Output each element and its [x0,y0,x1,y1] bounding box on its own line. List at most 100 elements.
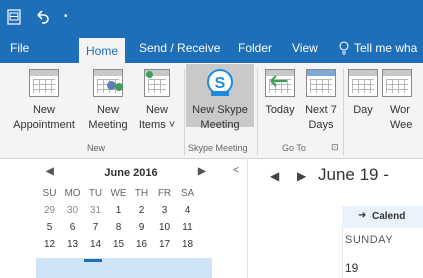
calendar-header: ➜ Calend [342,206,423,228]
forward-arrow-icon[interactable]: ▶ [297,169,306,183]
day-view-button[interactable]: Day [346,67,380,118]
date-cell[interactable]: 5 [38,222,61,233]
mini-calendar-title: June 2016 [104,167,158,179]
mini-calendar-header: ◀ June 2016 ▶ [38,163,224,185]
today-arrow-icon [263,67,297,99]
qat-customize-icon[interactable]: • [64,0,68,33]
tab-view[interactable]: View [292,33,318,63]
undo-icon[interactable] [34,0,50,33]
date-range-title: June 19 - [318,165,389,184]
dow-label: TU [88,188,103,199]
date-cell[interactable]: 31 [84,205,107,216]
group-separator [257,69,258,155]
tab-file[interactable]: File [10,33,29,63]
today-button[interactable]: Today [259,67,301,118]
date-cell[interactable]: 4 [176,205,199,216]
date-cell-today[interactable]: 15 [107,239,130,250]
calendar-area: ◀ June 2016 ▶ SU MO TU WE TH FR SA 29 30… [0,159,423,278]
date-cell[interactable]: 18 [176,239,199,250]
group-label-skype: Skype Meeting [188,143,248,153]
new-items-label-1: New [145,104,168,116]
date-cell[interactable]: 12 [38,239,61,250]
selected-week-highlight [36,258,212,278]
dow-label: SA [180,188,195,199]
dow-label: WE [110,188,127,199]
collapse-pane-icon[interactable]: < [233,165,239,176]
today-indicator [84,259,102,262]
calendar-header-label: Calend [372,211,406,222]
new-appointment-label-1: New [32,104,55,116]
new-meeting-label-2: Meeting [88,119,128,131]
tab-folder[interactable]: Folder [238,33,272,63]
next-7-days-label-2: Days [308,119,334,131]
date-cell[interactable]: 16 [130,239,153,250]
skype-icon: S [203,67,237,99]
new-items-button[interactable]: New Items ˅ [132,67,182,133]
tab-home[interactable]: Home [79,38,126,63]
dialog-launcher-icon[interactable]: ⊡ [331,142,339,153]
outlook-app-icon[interactable] [6,0,22,33]
new-skype-meeting-label-2: Meeting [200,119,240,131]
pane-divider [247,159,248,278]
new-skype-meeting-label-1: New Skype [192,104,248,116]
tell-me-label: Tell me wha [354,41,418,55]
mini-calendar: ◀ June 2016 ▶ SU MO TU WE TH FR SA 29 30… [38,163,224,253]
work-week-label-2: Wee [390,119,413,131]
calendar-icon [27,67,61,99]
tab-send-receive[interactable]: Send / Receive [139,33,220,63]
next-7-days-icon [304,67,338,99]
group-separator [343,69,344,155]
new-meeting-button[interactable]: New Meeting [88,67,128,133]
day-view-label: Day [353,104,373,116]
date-cell[interactable]: 8 [107,222,130,233]
calendar-arrow-icon: ➜ [358,210,367,221]
dow-label: TH [134,188,149,199]
day-name-label: SUNDAY [345,234,394,246]
new-items-label-2: Items ˅ [138,119,176,131]
day-of-week-row: SU MO TU WE TH FR SA [38,185,224,202]
day-number-label: 19 [345,261,359,275]
group-label-new: New [87,143,106,153]
date-cell[interactable]: 9 [130,222,153,233]
new-meeting-label-1: New [96,104,119,116]
dow-label: MO [64,188,81,199]
work-week-button[interactable]: Wor Wee [380,67,423,133]
week-row: 5 6 7 8 9 10 11 [38,219,224,236]
group-separator [184,69,185,155]
next-7-days-button[interactable]: Next 7 Days [301,67,341,133]
new-items-icon [140,67,174,99]
date-cell[interactable]: 7 [84,222,107,233]
date-cell[interactable]: 1 [107,205,130,216]
svg-text:S: S [215,75,226,92]
date-cell[interactable]: 3 [153,205,176,216]
new-appointment-label-2: Appointment [13,119,75,131]
date-cell[interactable]: 30 [61,205,84,216]
back-arrow-icon[interactable]: ◀ [270,169,279,183]
group-label-goto: Go To [282,143,306,153]
date-cell[interactable]: 6 [61,222,84,233]
date-cell[interactable]: 11 [176,222,199,233]
title-bar: • [0,0,423,33]
lightbulb-icon [339,41,349,55]
day-view-icon [346,67,380,99]
today-label: Today [265,104,295,116]
new-appointment-button[interactable]: New Appointment [0,67,88,133]
dow-label: FR [157,188,172,199]
week-row: 12 13 14 15 16 17 18 [38,236,224,253]
ribbon-tabs: File Home Send / Receive Folder View Tel… [0,33,423,63]
ribbon: New Appointment New Meeting New Items ˅ … [0,63,423,159]
date-cell[interactable]: 17 [153,239,176,250]
next-7-days-label-1: Next 7 [305,104,337,116]
dow-label: SU [42,188,57,199]
date-cell[interactable]: 14 [84,239,107,250]
new-skype-meeting-button[interactable]: S New Skype Meeting [186,64,254,131]
work-week-label-1: Wor [390,104,410,116]
date-cell[interactable]: 13 [61,239,84,250]
date-cell[interactable]: 10 [153,222,176,233]
date-cell[interactable]: 29 [38,205,61,216]
date-cell[interactable]: 2 [130,205,153,216]
week-row: 29 30 31 1 2 3 4 [38,202,224,219]
work-week-icon [380,67,414,99]
tell-me-search[interactable]: Tell me wha [338,33,417,63]
next-month-icon[interactable]: ▶ [198,166,206,177]
